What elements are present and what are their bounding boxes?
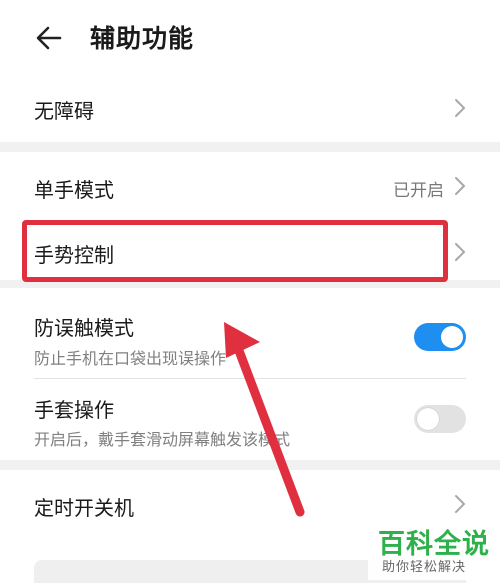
chevron-right-icon (455, 99, 466, 117)
row-glove-mode[interactable]: 手套操作 开启后，戴手套滑动屏幕触发该模式 (0, 379, 500, 460)
row-accessibility[interactable]: 无障碍 (0, 74, 500, 142)
mistouch-toggle[interactable] (414, 323, 466, 351)
row-label: 防误触模式 (34, 316, 134, 340)
toggle-knob (441, 326, 463, 348)
row-label: 手套操作 (34, 398, 114, 422)
row-label: 手势控制 (34, 243, 114, 267)
row-label: 无障碍 (34, 99, 94, 123)
settings-group-accessibility: 无障碍 (0, 74, 500, 142)
settings-screen: 辅助功能 无障碍 单手模式 已开启 手势控制 防误触模式 防止手机在口袋出现误操… (0, 0, 500, 583)
settings-group-touch: 防误触模式 防止手机在口袋出现误操作 手套操作 开启后，戴手套滑动屏幕触发该模式 (0, 288, 500, 460)
glove-toggle[interactable] (414, 405, 466, 433)
page-title: 辅助功能 (90, 24, 195, 53)
row-label: 定时开关机 (34, 496, 134, 520)
row-description: 防止手机在口袋出现误操作 (34, 349, 227, 368)
chevron-right-icon (455, 495, 466, 513)
app-bar: 辅助功能 (0, 0, 500, 74)
chevron-right-icon (455, 177, 466, 195)
toggle-knob (417, 408, 439, 430)
watermark: 百科全说 助你轻松解决 (368, 520, 494, 580)
row-gesture-control[interactable]: 手势控制 (0, 218, 500, 280)
settings-group-modes: 单手模式 已开启 手势控制 (0, 152, 500, 280)
status-value: 已开启 (393, 181, 444, 201)
row-label: 单手模式 (34, 178, 114, 202)
row-one-hand-mode[interactable]: 单手模式 已开启 (0, 152, 500, 218)
chevron-right-icon (455, 243, 466, 261)
back-arrow-icon[interactable] (30, 20, 70, 56)
watermark-subtitle: 助你轻松解决 (382, 560, 467, 575)
row-mistouch-mode[interactable]: 防误触模式 防止手机在口袋出现误操作 (0, 288, 500, 378)
row-description: 开启后，戴手套滑动屏幕触发该模式 (34, 430, 291, 449)
